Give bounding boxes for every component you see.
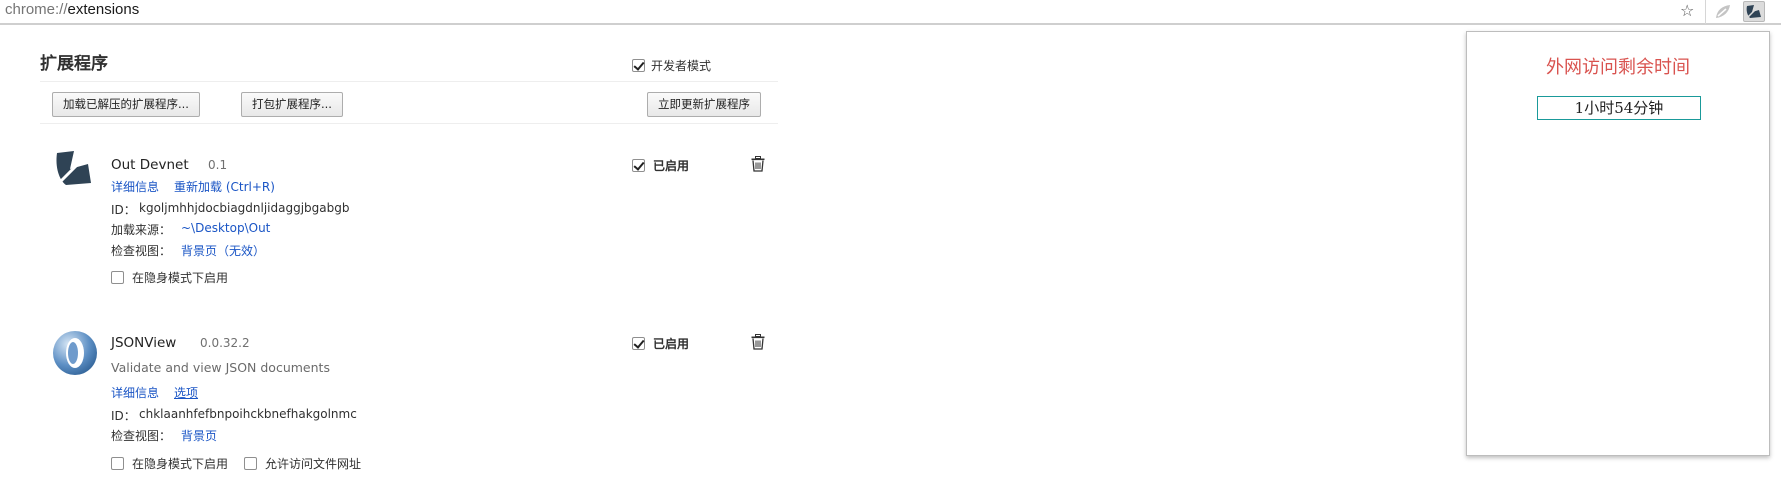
enabled-toggle[interactable]: 已启用 — [632, 157, 689, 174]
developer-mode-checkbox[interactable] — [632, 59, 645, 72]
url-scheme: chrome:// — [5, 1, 68, 18]
out-devnet-icon — [54, 149, 94, 193]
enabled-label: 已启用 — [653, 337, 690, 351]
file-access-toggle[interactable]: 允许访问文件网址 — [244, 455, 361, 472]
extension-popup: 外网访问剩余时间 1小时54分钟 — [1466, 31, 1770, 456]
details-link[interactable]: 详细信息 — [111, 384, 159, 401]
extension-name: Out Devnet — [111, 157, 189, 173]
incognito-checkbox[interactable] — [111, 457, 124, 470]
extension-description: Validate and view JSON documents — [111, 360, 330, 375]
options-link[interactable]: 选项 — [174, 384, 198, 401]
developer-mode-label: 开发者模式 — [651, 59, 712, 73]
incognito-toggle[interactable]: 在隐身模式下启用 — [111, 269, 228, 286]
load-unpacked-button[interactable]: 加载已解压的扩展程序... — [52, 92, 200, 117]
background-page-link[interactable]: 背景页（无效） — [181, 242, 265, 259]
developer-mode-toggle[interactable]: 开发者模式 — [632, 57, 711, 74]
enabled-toggle[interactable]: 已启用 — [632, 335, 689, 352]
extension-id-label: ID： — [111, 203, 136, 217]
file-access-label: 允许访问文件网址 — [265, 457, 362, 471]
load-source-label: 加载来源： — [111, 223, 172, 237]
enabled-checkbox[interactable] — [632, 337, 645, 350]
incognito-label: 在隐身模式下启用 — [132, 271, 229, 285]
trash-icon[interactable] — [751, 334, 765, 350]
address-bar[interactable]: chrome://extensions — [5, 0, 139, 22]
trash-icon[interactable] — [751, 156, 765, 172]
extension-id: chklaanhfefbnpoihckbnefhakgolnmc — [139, 407, 357, 421]
divider — [40, 123, 778, 124]
toolbar-divider — [1705, 0, 1706, 24]
extension-id: kgoljmhhjdocbiagdnljidaggjbgabgb — [139, 201, 350, 215]
url-path: extensions — [67, 1, 140, 18]
details-link[interactable]: 详细信息 — [111, 178, 159, 195]
out-devnet-active-icon[interactable] — [1743, 1, 1765, 22]
update-extensions-button[interactable]: 立即更新扩展程序 — [647, 92, 761, 117]
file-access-checkbox[interactable] — [244, 457, 257, 470]
enabled-checkbox[interactable] — [632, 159, 645, 172]
inspect-views-label: 检查视图： — [111, 429, 172, 443]
inspect-views-label: 检查视图： — [111, 244, 172, 258]
incognito-toggle[interactable]: 在隐身模式下启用 — [111, 455, 228, 472]
divider — [40, 81, 778, 82]
background-page-link[interactable]: 背景页 — [181, 427, 217, 444]
popup-title: 外网访问剩余时间 — [1546, 57, 1690, 78]
incognito-label: 在隐身模式下启用 — [132, 457, 229, 471]
incognito-checkbox[interactable] — [111, 271, 124, 284]
address-bar-strip: chrome://extensions ☆ — [0, 0, 1781, 25]
jsonview-icon — [51, 329, 99, 381]
extension-version: 0.0.32.2 — [200, 336, 250, 350]
out-devnet-gray-icon[interactable] — [1712, 1, 1734, 22]
enabled-label: 已启用 — [653, 159, 690, 173]
pack-extension-button[interactable]: 打包扩展程序... — [241, 92, 343, 117]
star-icon[interactable]: ☆ — [1680, 1, 1694, 21]
extension-id-label: ID： — [111, 409, 136, 423]
extension-version: 0.1 — [208, 158, 228, 172]
load-source-link[interactable]: ~\Desktop\Out — [181, 221, 270, 235]
reload-link[interactable]: 重新加载 (Ctrl+R) — [174, 178, 275, 195]
remaining-time-display: 1小时54分钟 — [1537, 96, 1701, 120]
extension-name: JSONView — [111, 335, 177, 351]
page-title: 扩展程序 — [40, 54, 108, 74]
